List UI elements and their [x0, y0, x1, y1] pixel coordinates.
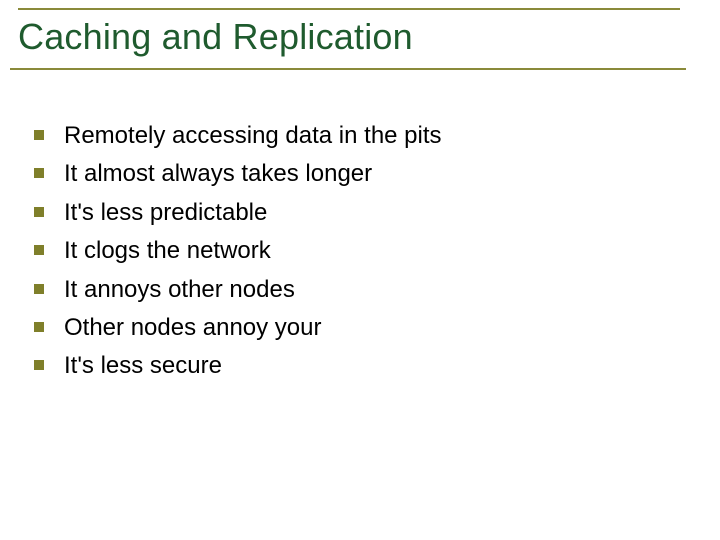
list-item: It's less predictable: [34, 197, 680, 229]
list-item-label: It's less secure: [64, 352, 222, 379]
square-bullet-icon: [34, 284, 44, 294]
square-bullet-icon: [34, 322, 44, 332]
title-block: Caching and Replication: [10, 8, 700, 70]
square-bullet-icon: [34, 168, 44, 178]
slide-body: Remotely accessing data in the pits It a…: [34, 120, 680, 389]
title-bottom-rule: [10, 68, 686, 70]
square-bullet-icon: [34, 207, 44, 217]
list-item-label: Remotely accessing data in the pits: [64, 122, 442, 149]
list-item: It's less secure: [34, 350, 680, 382]
square-bullet-icon: [34, 245, 44, 255]
bullet-list: Remotely accessing data in the pits It a…: [34, 120, 680, 383]
slide: Caching and Replication Remotely accessi…: [0, 0, 720, 540]
list-item: It almost always takes longer: [34, 158, 680, 190]
list-item: Other nodes annoy your: [34, 312, 680, 344]
list-item: Remotely accessing data in the pits: [34, 120, 680, 152]
square-bullet-icon: [34, 360, 44, 370]
square-bullet-icon: [34, 130, 44, 140]
list-item: It clogs the network: [34, 235, 680, 267]
list-item-label: Other nodes annoy your: [64, 314, 322, 341]
list-item-label: It's less predictable: [64, 199, 267, 226]
list-item-label: It almost always takes longer: [64, 160, 372, 187]
list-item-label: It annoys other nodes: [64, 276, 295, 303]
list-item-label: It clogs the network: [64, 237, 271, 264]
slide-title: Caching and Replication: [10, 10, 700, 68]
list-item: It annoys other nodes: [34, 274, 680, 306]
